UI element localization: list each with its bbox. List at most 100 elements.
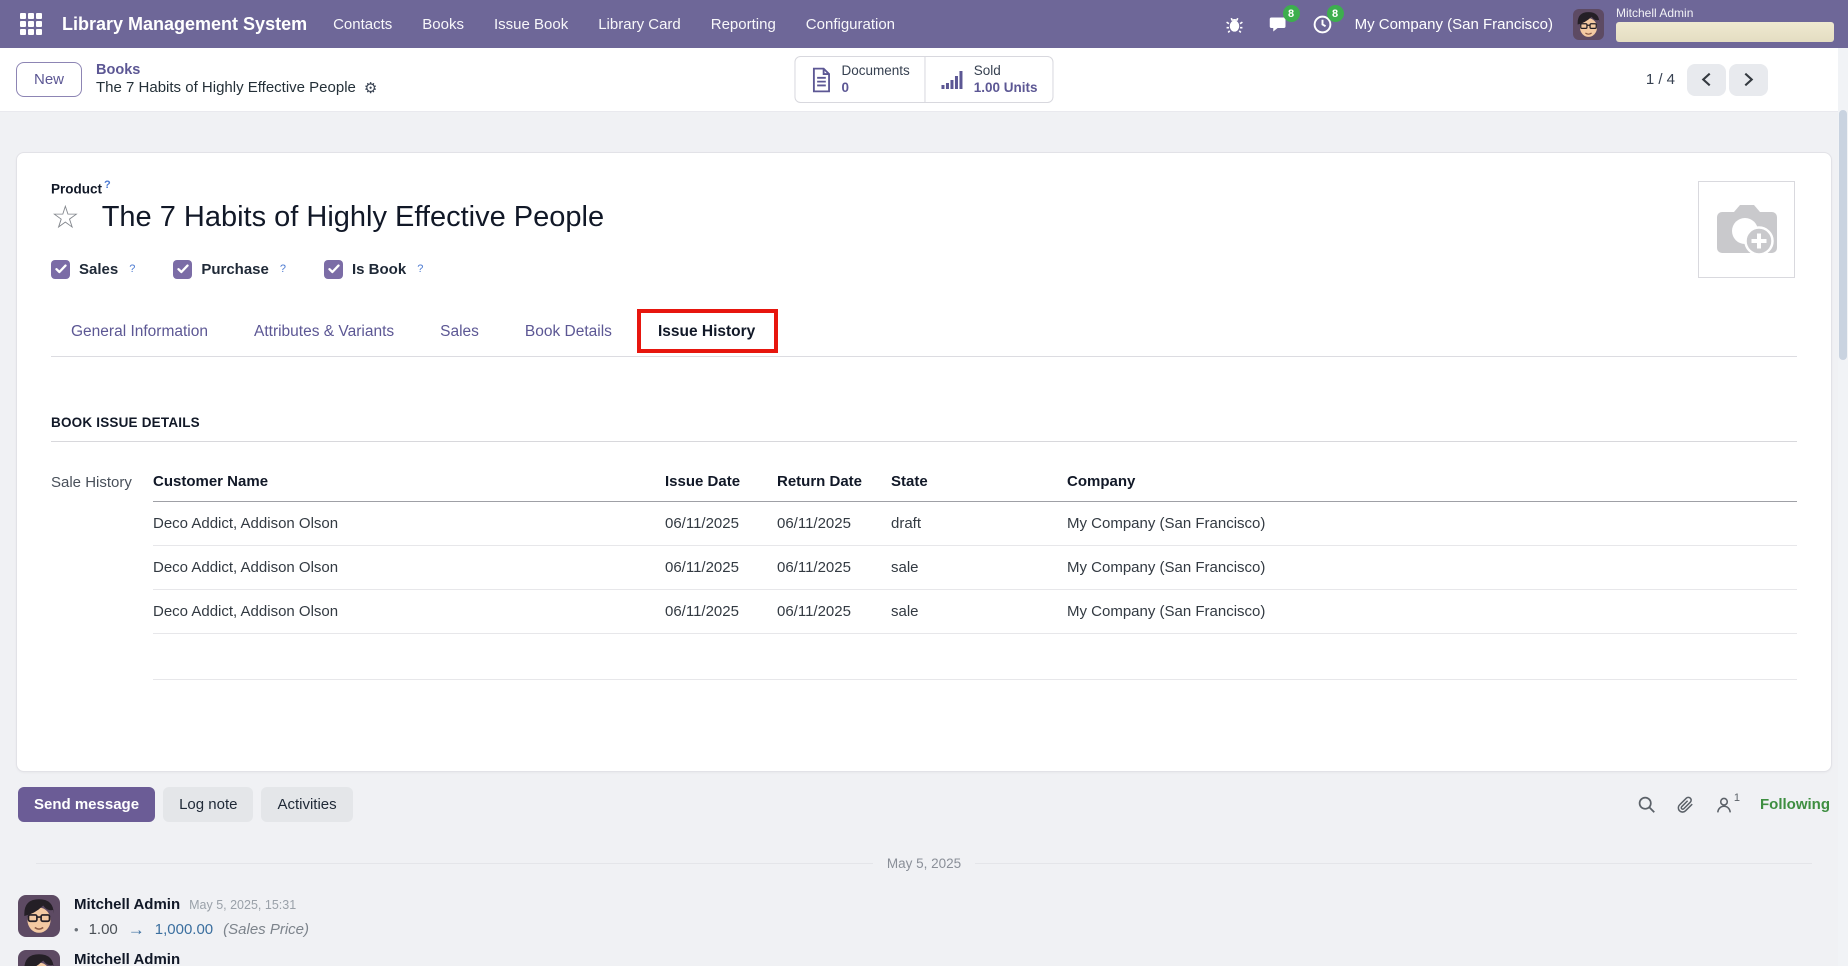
date-divider: May 5, 2025 bbox=[36, 856, 1812, 871]
main-menu: Contacts Books Issue Book Library Card Repor… bbox=[333, 16, 895, 33]
log-note-button[interactable]: Log note bbox=[163, 787, 253, 822]
camera-plus-icon bbox=[1714, 200, 1780, 260]
sale-history-field-label: Sale History bbox=[51, 462, 153, 680]
table-cell: 06/11/2025 bbox=[777, 545, 891, 589]
table-row[interactable]: Deco Addict, Addison Olson06/11/202506/1… bbox=[153, 501, 1797, 545]
chatter-message: Mitchell Admin May 5, 2025, 15:31 • 1.00… bbox=[16, 895, 1832, 938]
date-divider-label: May 5, 2025 bbox=[887, 856, 961, 871]
scrollbar-track[interactable] bbox=[1838, 48, 1848, 966]
message-avatar[interactable] bbox=[18, 895, 60, 937]
table-cell: My Company (San Francisco) bbox=[1067, 501, 1797, 545]
help-question-mark[interactable]: ? bbox=[104, 179, 111, 191]
activities-button[interactable]: Activities bbox=[261, 787, 352, 822]
issue-history-table: Customer NameIssue DateReturn DateStateC… bbox=[153, 462, 1797, 680]
followers-icon[interactable]: 1 bbox=[1715, 796, 1740, 814]
column-header-issue-date[interactable]: Issue Date bbox=[665, 462, 777, 502]
help-question-mark[interactable]: ? bbox=[280, 263, 286, 275]
table-header-row: Customer NameIssue DateReturn DateStateC… bbox=[153, 462, 1797, 502]
tab-general-information[interactable]: General Information bbox=[69, 311, 210, 356]
pager-previous-button[interactable] bbox=[1687, 64, 1726, 96]
old-value: 1.00 bbox=[89, 921, 118, 938]
navbar-right: 8 8 My Company (San Francisco) Mitchell … bbox=[1223, 6, 1834, 42]
menu-item-reporting[interactable]: Reporting bbox=[711, 16, 776, 33]
column-header-return-date[interactable]: Return Date bbox=[777, 462, 891, 502]
pager-next-button[interactable] bbox=[1729, 64, 1768, 96]
table-cell: 06/11/2025 bbox=[777, 501, 891, 545]
tab-issue-history[interactable]: Issue History bbox=[656, 311, 757, 356]
chatter: Send message Log note Activities 1 bbox=[16, 787, 1832, 966]
table-cell: sale bbox=[891, 545, 1067, 589]
followers-count: 1 bbox=[1734, 792, 1740, 804]
stat-button-group: Documents 0 Sold 1.00 Units bbox=[794, 56, 1053, 102]
message-author[interactable]: Mitchell Admin bbox=[74, 951, 180, 966]
attachment-paperclip-icon[interactable] bbox=[1676, 795, 1695, 814]
message-avatar[interactable] bbox=[18, 950, 60, 966]
changed-field-name: (Sales Price) bbox=[223, 921, 309, 938]
debug-bug-icon[interactable] bbox=[1223, 12, 1247, 36]
app-title[interactable]: Library Management System bbox=[62, 14, 307, 35]
table-row[interactable]: Deco Addict, Addison Olson06/11/202506/1… bbox=[153, 545, 1797, 589]
help-question-mark[interactable]: ? bbox=[129, 263, 135, 275]
menu-item-issue-book[interactable]: Issue Book bbox=[494, 16, 568, 33]
send-message-button[interactable]: Send message bbox=[18, 787, 155, 822]
product-title[interactable]: The 7 Habits of Highly Effective People bbox=[102, 201, 604, 234]
column-header-customer-name[interactable]: Customer Name bbox=[153, 462, 665, 502]
menu-item-books[interactable]: Books bbox=[422, 16, 464, 33]
sold-stat-button[interactable]: Sold 1.00 Units bbox=[925, 57, 1053, 101]
message-timestamp: May 5, 2025, 15:31 bbox=[189, 898, 296, 912]
product-image-placeholder[interactable] bbox=[1698, 181, 1795, 278]
messages-icon[interactable]: 8 bbox=[1267, 12, 1291, 36]
new-button[interactable]: New bbox=[16, 62, 82, 97]
checkbox-purchase[interactable]: Purchase? bbox=[173, 260, 286, 279]
table-cell: My Company (San Francisco) bbox=[1067, 545, 1797, 589]
user-menu[interactable]: Mitchell Admin bbox=[1616, 6, 1834, 42]
column-header-company[interactable]: Company bbox=[1067, 462, 1797, 502]
checkbox-check-icon bbox=[173, 260, 192, 279]
activities-badge: 8 bbox=[1327, 5, 1344, 22]
checkbox-sales[interactable]: Sales? bbox=[51, 260, 135, 279]
help-question-mark[interactable]: ? bbox=[417, 263, 423, 275]
table-row[interactable]: Deco Addict, Addison Olson06/11/202506/1… bbox=[153, 589, 1797, 633]
documents-stat-button[interactable]: Documents 0 bbox=[795, 57, 924, 101]
gear-icon[interactable]: ⚙ bbox=[364, 81, 377, 96]
stat-value: 1.00 Units bbox=[974, 80, 1038, 96]
tab-attributes-variants[interactable]: Attributes & Variants bbox=[252, 311, 396, 356]
product-form-card: Product? ☆ The 7 Habits of Highly Effect… bbox=[16, 152, 1832, 772]
main-content: Product? ☆ The 7 Habits of Highly Effect… bbox=[0, 152, 1848, 966]
menu-item-library-card[interactable]: Library Card bbox=[598, 16, 681, 33]
message-author[interactable]: Mitchell Admin bbox=[74, 896, 180, 913]
scrollbar-thumb[interactable] bbox=[1839, 110, 1847, 360]
activities-clock-icon[interactable]: 8 bbox=[1311, 12, 1335, 36]
checkbox-check-icon bbox=[324, 260, 343, 279]
new-value: 1,000.00 bbox=[155, 921, 213, 938]
menu-item-contacts[interactable]: Contacts bbox=[333, 16, 392, 33]
search-messages-icon[interactable] bbox=[1637, 795, 1656, 814]
checkbox-label: Sales bbox=[79, 261, 118, 278]
user-avatar[interactable] bbox=[1573, 9, 1604, 40]
bar-chart-icon bbox=[941, 68, 965, 92]
table-cell: Deco Addict, Addison Olson bbox=[153, 545, 665, 589]
tab-sales[interactable]: Sales bbox=[438, 311, 481, 356]
stat-value: 0 bbox=[841, 80, 909, 96]
table-cell: 06/11/2025 bbox=[777, 589, 891, 633]
favorite-star-icon[interactable]: ☆ bbox=[51, 201, 80, 233]
apps-menu-icon[interactable] bbox=[20, 13, 42, 35]
table-cell: 06/11/2025 bbox=[665, 545, 777, 589]
breadcrumb: Books The 7 Habits of Highly Effective P… bbox=[96, 61, 377, 98]
stat-label: Sold bbox=[974, 63, 1038, 79]
product-field-label: Product? bbox=[51, 179, 1797, 197]
checkbox-label: Purchase bbox=[201, 261, 269, 278]
empty-cell bbox=[153, 633, 1797, 679]
column-header-state[interactable]: State bbox=[891, 462, 1067, 502]
menu-item-configuration[interactable]: Configuration bbox=[806, 16, 895, 33]
checkbox-label: Is Book bbox=[352, 261, 406, 278]
tab-book-details[interactable]: Book Details bbox=[523, 311, 614, 356]
following-toggle[interactable]: Following bbox=[1760, 796, 1830, 813]
top-navbar: Library Management System Contacts Books I… bbox=[0, 0, 1848, 48]
checkbox-check-icon bbox=[51, 260, 70, 279]
messages-badge: 8 bbox=[1283, 5, 1300, 22]
empty-table-row[interactable] bbox=[153, 633, 1797, 679]
company-switcher[interactable]: My Company (San Francisco) bbox=[1355, 16, 1553, 33]
breadcrumb-parent-link[interactable]: Books bbox=[96, 61, 377, 79]
checkbox-is-book[interactable]: Is Book? bbox=[324, 260, 423, 279]
